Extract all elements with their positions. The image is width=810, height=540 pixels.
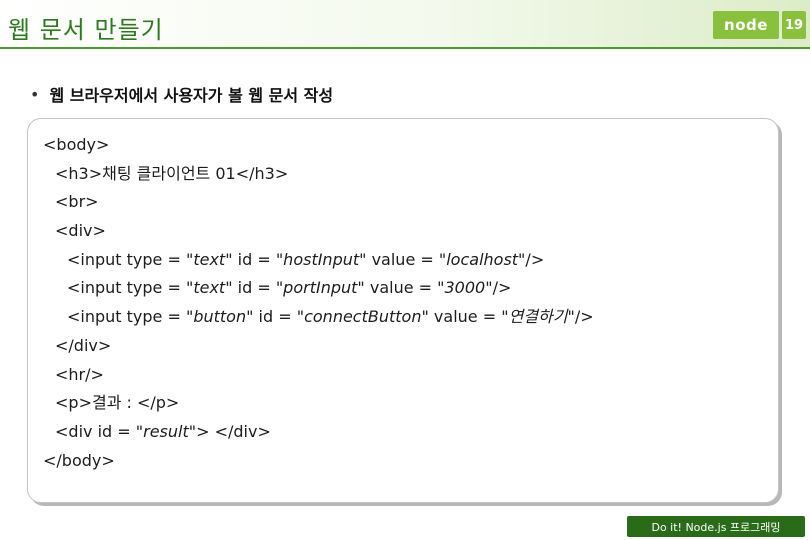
- code-line-10: <p>결과 : </p>: [55, 393, 180, 413]
- code-string: "3000": [437, 278, 493, 298]
- code-line-1: <body>: [43, 135, 110, 154]
- code-block: <body> <h3>채팅 클라이언트 01</h3> <br> <div> <…: [43, 131, 763, 475]
- code-text: id =: [232, 249, 276, 269]
- code-text: <div id =: [55, 421, 136, 441]
- code-line-7: <input type = "button" id = "connectButt…: [43, 303, 763, 332]
- code-text: />: [492, 278, 512, 298]
- code-text: />: [574, 307, 594, 327]
- code-text: <input type =: [67, 278, 186, 298]
- code-string: "text": [185, 278, 233, 298]
- footer-book-title: Do it! Node.js 프로그래밍: [627, 516, 805, 537]
- code-text: value =: [428, 307, 502, 327]
- page-number: 19: [782, 11, 806, 39]
- code-string: "localhost": [438, 249, 526, 269]
- code-text: id =: [253, 307, 297, 327]
- nodejs-logo-text: node: [724, 16, 768, 34]
- code-line-9: <hr/>: [55, 364, 104, 384]
- bullet-dot-icon: •: [30, 84, 40, 104]
- code-string: "text": [185, 249, 233, 269]
- code-string: "connectButton": [296, 307, 429, 327]
- code-line-12: </body>: [43, 450, 115, 470]
- code-string: "hostInput": [275, 249, 367, 269]
- code-line-4: <div>: [55, 221, 106, 241]
- code-line-2: <h3>채팅 클라이언트 01</h3>: [43, 160, 763, 189]
- code-string: "result": [135, 421, 197, 441]
- code-text: value =: [366, 249, 439, 269]
- code-string: "button": [185, 307, 254, 327]
- code-line-5: <input type = "text" id = "hostInput" va…: [43, 246, 763, 275]
- code-line-11: <div id = "result"> </div>: [43, 418, 763, 447]
- code-string: "portInput": [275, 278, 365, 298]
- code-line-3: <br>: [55, 192, 99, 212]
- code-tag: </h3>: [235, 163, 289, 183]
- bullet-text: 웹 브라우저에서 사용자가 볼 웹 문서 작성: [49, 86, 334, 105]
- code-tag: <h3>: [55, 163, 103, 183]
- code-text: id =: [232, 278, 276, 298]
- code-text: />: [525, 249, 545, 269]
- code-text: <input type =: [67, 307, 186, 327]
- code-line-8: </div>: [55, 335, 112, 355]
- code-text: <input type =: [67, 249, 186, 269]
- nodejs-logo: node: [713, 11, 779, 39]
- code-text: > </div>: [196, 421, 271, 441]
- header-divider: [0, 47, 810, 49]
- code-string: "연결하기": [501, 307, 575, 327]
- code-text: 채팅 클라이언트 01: [102, 163, 236, 183]
- bullet-item: • 웹 브라우저에서 사용자가 볼 웹 문서 작성: [30, 82, 333, 106]
- code-line-6: <input type = "text" id = "portInput" va…: [43, 274, 763, 303]
- slide-title: 웹 문서 만들기: [8, 16, 164, 44]
- code-text: value =: [364, 278, 438, 298]
